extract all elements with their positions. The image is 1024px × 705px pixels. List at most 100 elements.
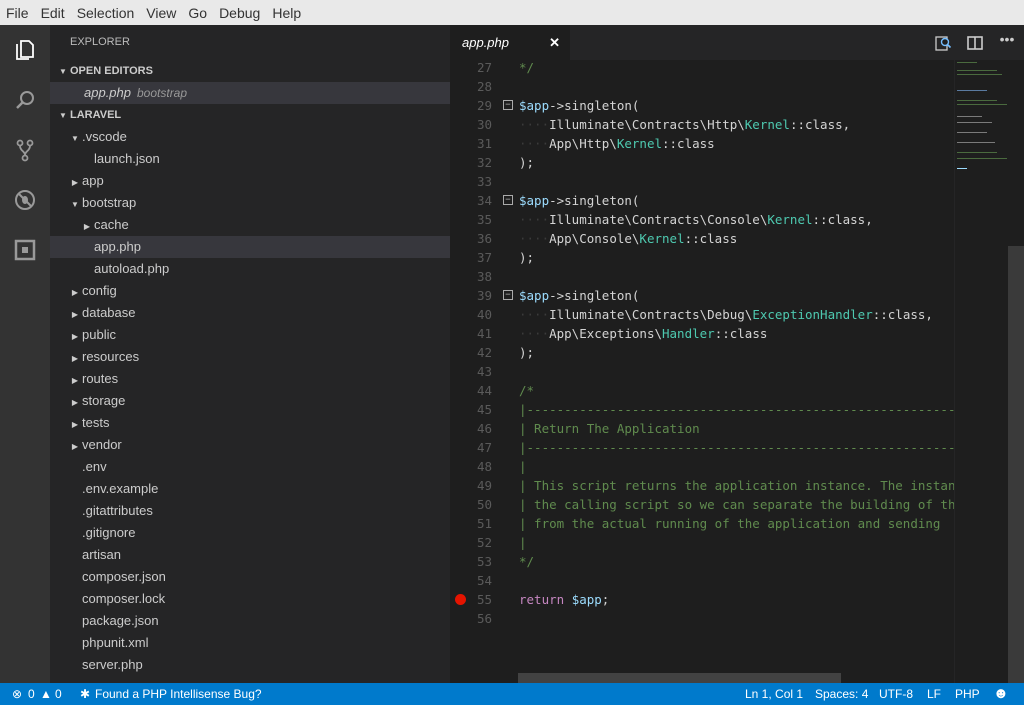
status-message[interactable]: Found a PHP Intellisense Bug? (95, 683, 262, 705)
menu-debug[interactable]: Debug (213, 5, 266, 21)
menu-help[interactable]: Help (266, 5, 307, 21)
code-text: | (519, 533, 527, 552)
file-item[interactable]: .gitattributes (50, 500, 450, 522)
code-text: ); (519, 153, 534, 172)
chevron-right-icon: ▶ (71, 354, 79, 363)
language-mode[interactable]: PHP (955, 683, 980, 705)
code-token: /* (519, 383, 535, 398)
feedback-smiley-icon[interactable]: ☻ (993, 683, 1009, 705)
item-label: cache (94, 217, 129, 232)
code-text: | This script returns the application in… (519, 476, 954, 495)
cursor-position[interactable]: Ln 1, Col 1 (745, 683, 803, 705)
folder-item[interactable]: ▼ .vscode (50, 126, 450, 148)
code-line: 39 − $app->singleton( (450, 286, 954, 305)
menu-selection[interactable]: Selection (71, 5, 141, 21)
code-editor[interactable]: 27 */28 29− $app->singleton(30 ····Illuminat… (450, 58, 954, 683)
fold-icon[interactable]: − (503, 195, 513, 205)
menu-view[interactable]: View (140, 5, 182, 21)
code-token: ->singleton( (549, 288, 640, 303)
folder-item[interactable]: ▶ database (50, 302, 450, 324)
code-text: | from the actual running of the applica… (519, 514, 940, 533)
file-item[interactable]: autoload.php (50, 258, 450, 280)
item-label: bootstrap (82, 195, 137, 210)
code-text: $app->singleton( (519, 191, 639, 210)
folder-item[interactable]: ▶ config (50, 280, 450, 302)
code-token: Kernel (767, 212, 813, 227)
line-number: 44 (476, 383, 492, 398)
split-editor-icon[interactable] (966, 34, 984, 52)
warnings-icon[interactable]: ▲ (40, 683, 52, 705)
open-editor-item[interactable]: app.php bootstrap (50, 82, 450, 104)
file-item[interactable]: .env (50, 456, 450, 478)
file-item[interactable]: composer.lock (50, 588, 450, 610)
item-label: resources (82, 349, 140, 364)
code-line: 47 |-------------------------------------… (450, 438, 954, 457)
indentation[interactable]: Spaces: 4 (815, 683, 868, 705)
file-item[interactable]: artisan (50, 544, 450, 566)
open-preview-icon[interactable] (934, 34, 952, 52)
code-text: $app->singleton( (519, 286, 639, 305)
fold-icon[interactable]: − (503, 290, 513, 300)
file-item[interactable]: .gitignore (50, 522, 450, 544)
line-number: 49 (476, 478, 492, 493)
code-line: 51 | from the actual running of the appli… (450, 514, 954, 533)
minimap-line (957, 122, 992, 123)
folder-item[interactable]: ▶ tests (50, 412, 450, 434)
search-icon[interactable] (0, 75, 50, 125)
minimap-line (957, 70, 997, 71)
file-item[interactable]: phpunit.xml (50, 632, 450, 654)
folder-item[interactable]: ▶ public (50, 324, 450, 346)
line-ending[interactable]: LF (927, 683, 941, 705)
folder-item[interactable]: ▶ routes (50, 368, 450, 390)
project-header[interactable]: ▼ LARAVEL (50, 104, 450, 126)
menu-file[interactable]: File (0, 5, 35, 21)
folder-item[interactable]: ▶ cache (50, 214, 450, 236)
code-token: ::class, (872, 307, 933, 322)
folder-item[interactable]: ▶ vendor (50, 434, 450, 456)
error-count[interactable]: 0 (28, 683, 35, 705)
status-bar: ⊗ 0 ▲ 0 ✱ Found a PHP Intellisense Bug? … (0, 683, 1024, 705)
code-line: 49 | This script returns the application … (450, 476, 954, 495)
horizontal-scrollbar[interactable] (518, 673, 841, 683)
fold-icon[interactable]: − (503, 100, 513, 110)
vertical-scrollbar[interactable] (1008, 246, 1024, 683)
code-text: ····App\Http\Kernel::class (519, 134, 715, 153)
file-item[interactable]: server.php (50, 654, 450, 676)
code-text: ); (519, 343, 534, 362)
files-icon[interactable] (0, 25, 50, 75)
errors-icon[interactable]: ⊗ (12, 683, 22, 705)
folder-item[interactable]: ▼ bootstrap (50, 192, 450, 214)
code-line: 27 */ (450, 58, 954, 77)
minimap-line (957, 74, 1002, 75)
extensions-icon[interactable] (0, 225, 50, 275)
file-item[interactable]: .env.example (50, 478, 450, 500)
open-editors-header[interactable]: ▼ OPEN EDITORS (50, 60, 450, 82)
chevron-down-icon: ▼ (71, 200, 79, 209)
line-number: 33 (476, 174, 492, 189)
file-item[interactable]: package.json (50, 610, 450, 632)
debug-icon[interactable] (0, 175, 50, 225)
minimap-line (957, 152, 997, 153)
code-token: ::class (662, 136, 715, 151)
file-item[interactable]: composer.json (50, 566, 450, 588)
file-item[interactable]: app.php (50, 236, 450, 258)
folder-item[interactable]: ▶ app (50, 170, 450, 192)
line-number: 51 (476, 516, 492, 531)
file-item[interactable]: launch.json (50, 148, 450, 170)
item-label: vendor (82, 437, 122, 452)
more-icon[interactable]: ••• (998, 31, 1016, 49)
source-control-icon[interactable] (0, 125, 50, 175)
encoding[interactable]: UTF-8 (879, 683, 913, 705)
minimap[interactable] (954, 60, 1008, 683)
line-number: 31 (476, 136, 492, 151)
folder-item[interactable]: ▶ resources (50, 346, 450, 368)
menu-go[interactable]: Go (182, 5, 213, 21)
item-label: app.php (94, 239, 141, 254)
tab-app-php[interactable]: app.php ✕ (450, 25, 570, 60)
folder-item[interactable]: ▶ storage (50, 390, 450, 412)
code-token: ; (601, 592, 610, 607)
minimap-line (957, 100, 997, 101)
warning-count[interactable]: 0 (55, 683, 62, 705)
close-icon[interactable]: ✕ (549, 25, 560, 60)
menu-edit[interactable]: Edit (35, 5, 71, 21)
